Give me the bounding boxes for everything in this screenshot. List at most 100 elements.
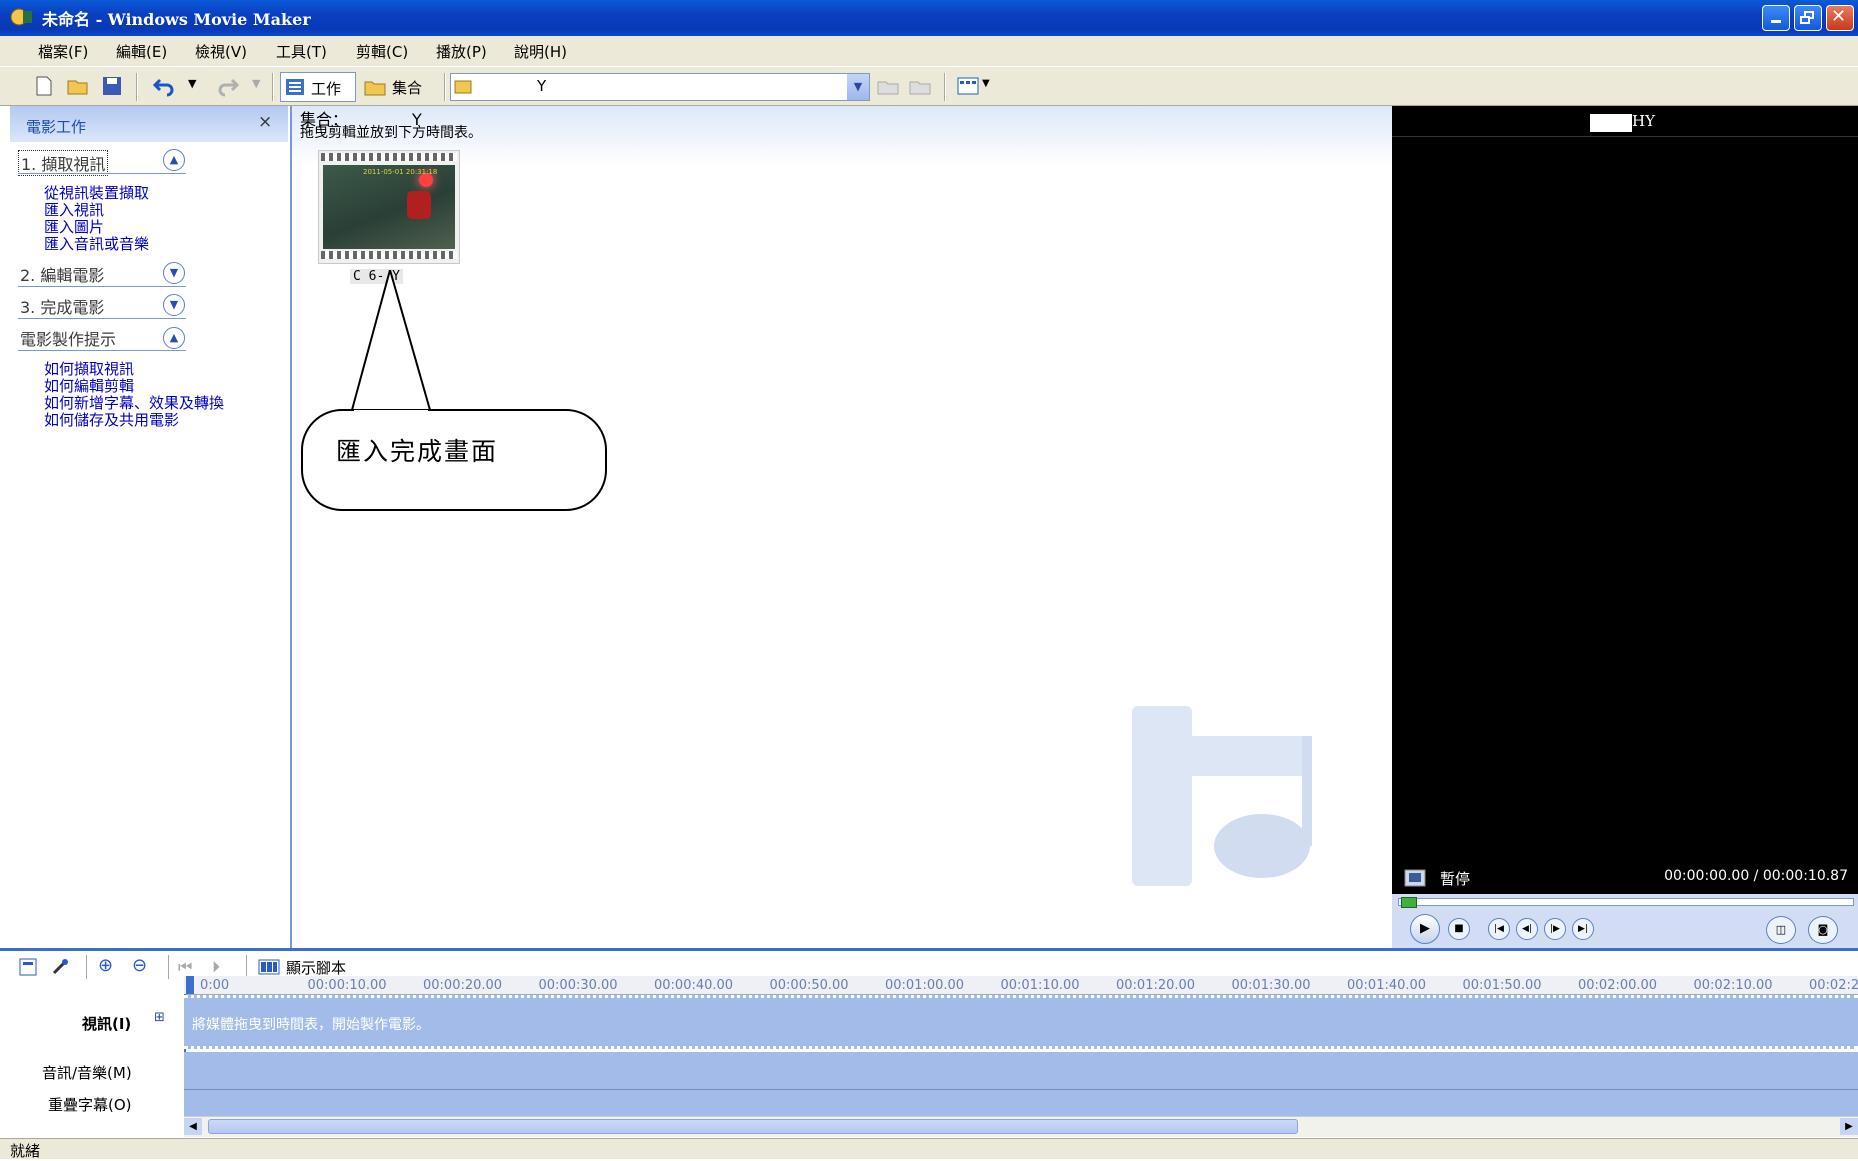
previous-frame-button[interactable]: |◀ <box>1488 918 1510 940</box>
ruler-tick-label: 00:01:40.00 <box>1347 978 1427 993</box>
menu-file[interactable]: 檔案(F) <box>38 41 88 62</box>
title-overlay-track-label: 重疊字幕(O) <box>48 1096 132 1114</box>
section-tips[interactable]: 電影製作提示 <box>20 326 116 350</box>
preview-controls: 暫停 00:00:00.00 / 00:00:10.87 ▶ ■ |◀ ◀| |… <box>1392 862 1858 948</box>
menu-play[interactable]: 播放(P) <box>436 41 487 62</box>
save-icon[interactable] <box>100 74 124 98</box>
seek-bar[interactable] <box>1398 897 1854 908</box>
collections-label: 集合 <box>392 79 423 97</box>
movie-maker-icon <box>10 8 32 26</box>
close-button[interactable]: ✕ <box>1826 5 1854 31</box>
step-forward-button[interactable]: |▶ <box>1544 918 1566 940</box>
title-overlay-track[interactable] <box>184 1090 1858 1116</box>
ruler-tick-label: 00:01:20.00 <box>1116 978 1196 993</box>
preview-monitor: HY <box>1392 106 1858 948</box>
ruler-tick-label: 00:00:50.00 <box>769 978 849 993</box>
undo-icon[interactable] <box>152 74 176 98</box>
preview-status-bar: 暫停 00:00:00.00 / 00:00:10.87 <box>1392 862 1858 894</box>
ruler-tick-label: 00:00:20.00 <box>423 978 503 993</box>
section-finish-movie[interactable]: 3. 完成電影 <box>20 294 104 318</box>
menu-edit[interactable]: 編輯(E) <box>116 41 167 62</box>
stop-button[interactable]: ■ <box>1448 918 1470 940</box>
views-icon[interactable] <box>956 74 980 98</box>
playback-time: 00:00:00.00 / 00:00:10.87 <box>1664 868 1848 884</box>
movie-tasks-header: 電影工作 × <box>10 106 288 142</box>
minimize-button[interactable] <box>1762 5 1790 31</box>
callout-text: 匯入完成畫面 <box>336 437 499 466</box>
chevron-down-icon[interactable]: ▼ <box>163 294 185 316</box>
narrate-microphone-icon[interactable] <box>50 957 70 977</box>
menu-clip[interactable]: 剪輯(C) <box>356 41 408 62</box>
film-strip-bottom <box>321 251 457 259</box>
set-audio-levels-icon[interactable] <box>18 957 38 977</box>
close-pane-icon[interactable]: × <box>258 112 272 132</box>
playhead[interactable] <box>186 976 194 994</box>
open-project-icon[interactable] <box>66 74 90 98</box>
snapshot-camera-icon[interactable]: ◙ <box>1808 916 1838 944</box>
tasks-icon <box>286 79 304 95</box>
scroll-left-icon[interactable]: ◀ <box>184 1118 202 1135</box>
fullscreen-icon[interactable] <box>1404 869 1426 887</box>
clip-frame-image: 2011-05-01 20:31:18 <box>323 165 455 249</box>
rewind-timeline-icon: ⏮ <box>178 957 193 976</box>
collection-hint: 拖曳剪輯並放到下方時間表。 <box>300 125 482 141</box>
clip-thumbnail[interactable]: 2011-05-01 20:31:18 <box>318 150 460 264</box>
playback-state: 暫停 <box>1440 870 1471 888</box>
ruler-tick-label: 00:00:40.00 <box>654 978 734 993</box>
chevron-up-icon[interactable]: ▲ <box>163 149 185 171</box>
chevron-down-icon[interactable]: ▼ <box>163 262 185 284</box>
collection-icon <box>454 80 472 94</box>
new-collection-icon <box>909 81 931 95</box>
play-button[interactable]: ▶ <box>1410 914 1440 944</box>
audio-track[interactable] <box>184 1052 1858 1090</box>
menu-bar: 檔案(F) 編輯(E) 檢視(V) 工具(T) 剪輯(C) 播放(P) 說明(H… <box>0 36 1858 66</box>
storyboard-label: 顯示腳本 <box>286 959 347 977</box>
tasks-button[interactable]: 工作 <box>280 72 356 102</box>
zoom-in-icon[interactable]: ⊕ <box>98 955 113 976</box>
undo-dropdown-icon[interactable]: ▼ <box>188 77 196 90</box>
expand-video-track-icon[interactable]: ⊞ <box>154 1010 165 1025</box>
link-import-audio[interactable]: 匯入音訊或音樂 <box>44 233 149 254</box>
chevron-up-icon[interactable]: ▲ <box>163 327 185 349</box>
chevron-down-icon[interactable]: ▼ <box>847 74 869 100</box>
ruler-tick-label: 00:01:10.00 <box>1000 978 1080 993</box>
movie-tasks-title: 電影工作 <box>26 118 87 136</box>
section-edit-movie[interactable]: 2. 編輯電影 <box>20 262 104 286</box>
preview-title-redacted <box>1590 114 1632 132</box>
menu-help[interactable]: 說明(H) <box>514 41 567 62</box>
split-clip-button[interactable]: ◫ <box>1766 916 1796 944</box>
restore-button[interactable] <box>1794 5 1822 31</box>
collection-select-value: Y <box>537 77 547 95</box>
step-back-button[interactable]: ◀| <box>1516 918 1538 940</box>
collections-button[interactable]: 集合 <box>362 72 438 102</box>
collection-area: 集合： Y 拖曳剪輯並放到下方時間表。 2011-05-01 20:31:18 C… <box>292 106 1392 948</box>
up-one-level-icon <box>877 81 899 95</box>
next-frame-button[interactable]: ▶| <box>1572 918 1594 940</box>
menu-view[interactable]: 檢視(V) <box>195 41 247 62</box>
redo-dropdown-icon: ▼ <box>252 77 261 90</box>
scroll-thumb[interactable] <box>208 1119 1298 1134</box>
link-how-save[interactable]: 如何儲存及共用電影 <box>44 409 179 430</box>
seek-thumb[interactable] <box>1401 897 1417 908</box>
redo-icon[interactable] <box>216 74 240 98</box>
new-project-icon[interactable] <box>32 74 56 98</box>
movie-maker-watermark-logo <box>1132 706 1312 886</box>
ruler-tick-label: 00:01:50.00 <box>1462 978 1542 993</box>
title-bar: 未命名 - Windows Movie Maker ✕ <box>0 0 1858 36</box>
ruler-tick-label: 00:02:20.00 <box>1809 978 1858 993</box>
ruler-tick-label: 00:00:10.00 <box>307 978 387 993</box>
video-track-hint: 將媒體拖曳到時間表，開始製作電影。 <box>192 1017 430 1033</box>
close-icon: ✕ <box>1831 6 1847 27</box>
zoom-out-icon[interactable]: ⊖ <box>132 955 147 976</box>
ruler-tick-label: 00:01:30.00 <box>1231 978 1311 993</box>
video-track[interactable]: 將媒體拖曳到時間表，開始製作電影。 <box>184 995 1858 1049</box>
views-dropdown-icon[interactable]: ▼ <box>982 78 990 89</box>
toolbar: ▼ ▼ 工作 集合 Y ▼ ▼ <box>0 66 1858 106</box>
preview-title: HY <box>1632 112 1655 130</box>
collection-select[interactable]: Y ▼ <box>450 73 870 101</box>
menu-tools[interactable]: 工具(T) <box>276 41 327 62</box>
timeline-scrollbar[interactable]: ◀ ▶ <box>184 1116 1858 1137</box>
scroll-right-icon[interactable]: ▶ <box>1840 1118 1858 1135</box>
ruler-tick-label: 0:00 <box>200 978 230 993</box>
ruler-tick-label: 00:00:30.00 <box>538 978 618 993</box>
